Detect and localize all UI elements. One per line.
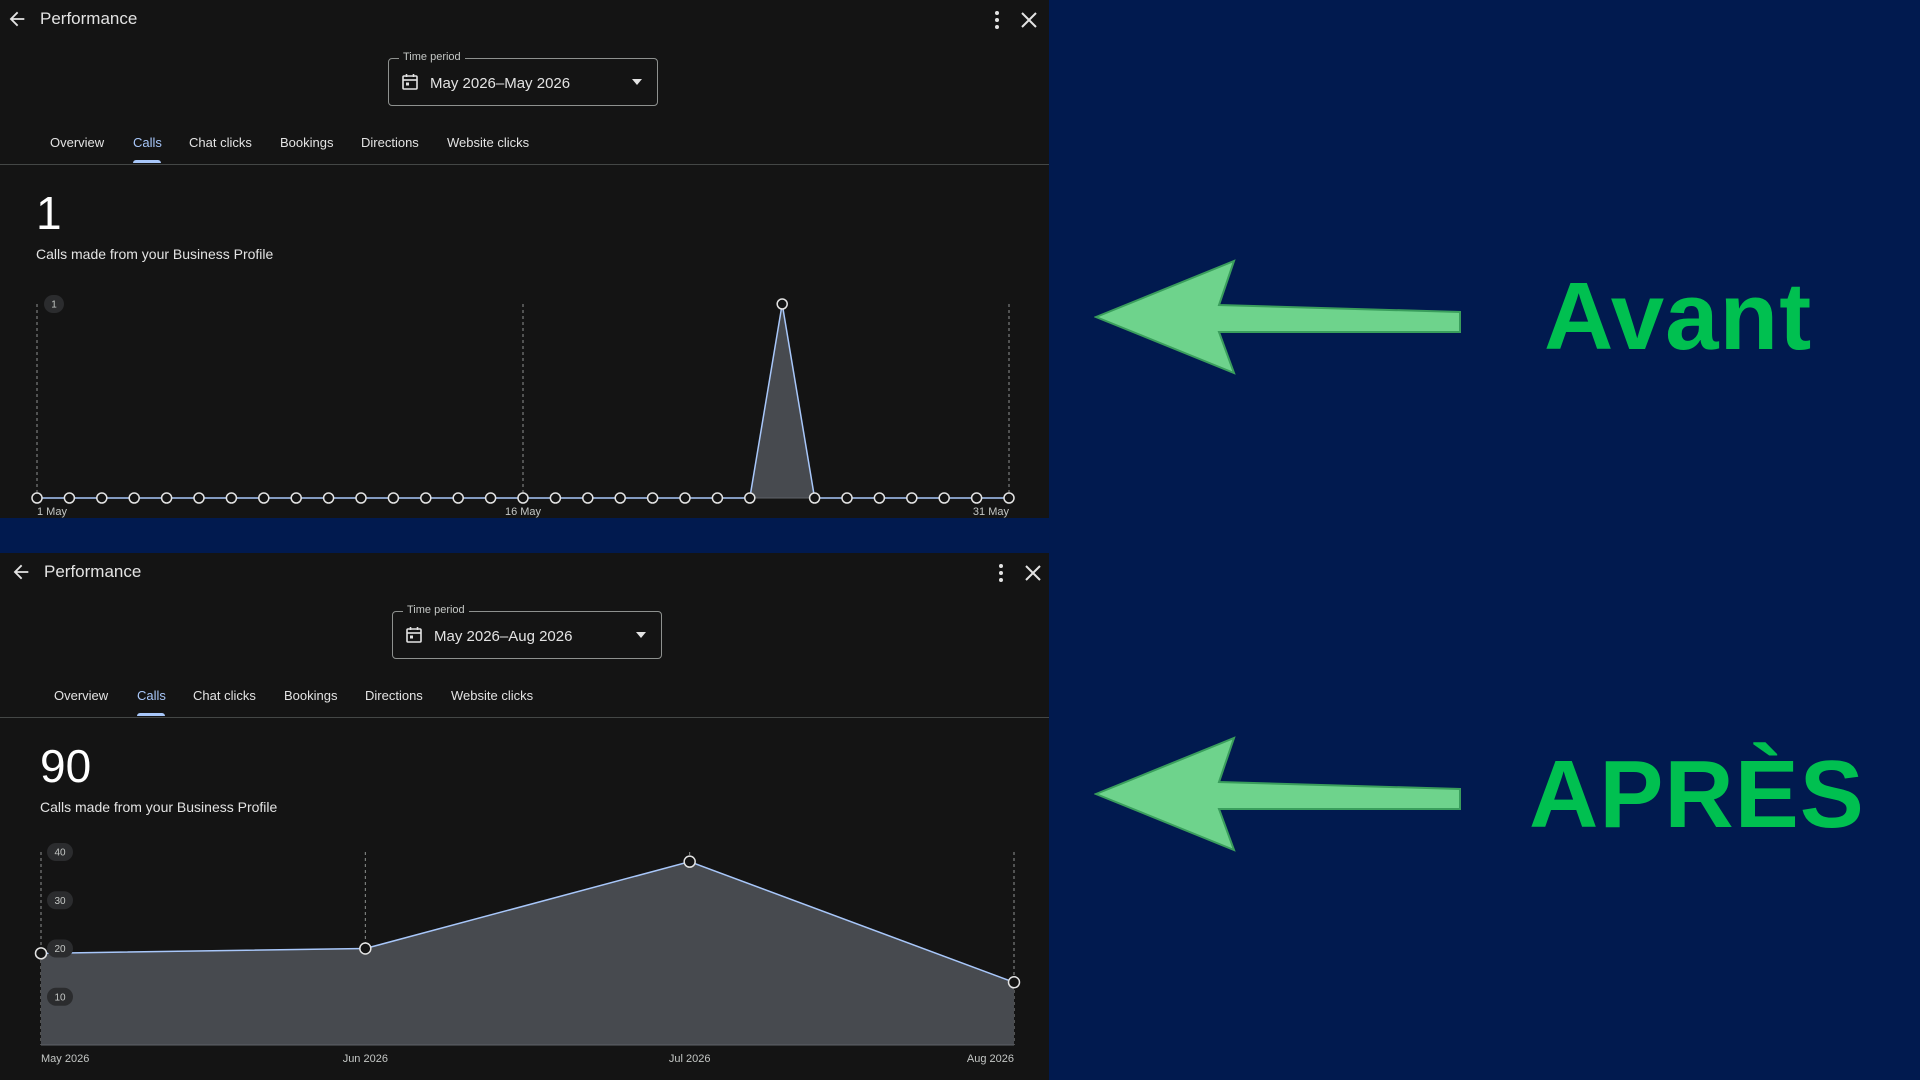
x-tick-label: Jun 2026 [343,1053,388,1065]
data-point [258,492,270,504]
data-point [614,492,626,504]
x-tick-label: 31 May [973,506,1010,518]
data-point [63,492,76,504]
data-point [160,492,173,504]
data-point [193,492,205,504]
arrow-left-icon [1094,736,1461,852]
data-point [1007,976,1021,989]
y-tick-label: 20 [54,944,66,955]
annotation-area: Avant APRÈS [1049,0,1920,1080]
data-point [776,298,788,310]
data-point [938,492,950,504]
data-point [679,492,691,504]
data-point [873,492,886,504]
data-point [359,942,372,955]
data-point [906,492,918,504]
performance-panel-after: Performance Time period May 2026–Aug 202… [0,553,1049,1080]
data-point [683,855,696,868]
y-tick-label: 40 [54,848,66,859]
x-tick-label: May 2026 [41,1053,89,1065]
data-point [387,492,400,504]
data-point [808,492,821,504]
y-tick-label: 1 [51,300,57,311]
data-point [970,492,983,504]
data-point [290,492,302,504]
performance-panel-before: Performance Time period May 2026–May 202… [0,0,1049,518]
data-point [225,492,238,504]
data-point [841,492,853,504]
data-point [549,492,562,504]
data-point [128,492,140,504]
data-point [711,492,724,504]
data-point [322,492,335,504]
data-point [646,492,659,504]
calls-chart-before: 1 1 May 16 May 31 May [31,295,1015,518]
x-tick-label: Jul 2026 [669,1053,711,1065]
y-tick-label: 30 [54,896,66,907]
x-tick-label: 16 May [505,506,542,518]
area-fill [41,861,1014,1045]
arrow-left-icon [1094,259,1461,375]
x-tick-label: Aug 2026 [967,1053,1014,1065]
data-point [31,492,43,504]
data-point [1003,492,1015,504]
after-label: APRÈS [1529,741,1865,848]
data-point [355,492,367,504]
data-point [420,492,432,504]
data-point [744,492,756,504]
data-point [34,947,48,960]
y-tick-label: 10 [54,992,66,1003]
calls-chart-after: 10 20 30 40 May 2026 Jun 2026 Jul 2026 Aug 2026 [34,843,1021,1065]
data-point [96,492,108,504]
data-point [582,492,594,504]
x-tick-label: 1 May [37,506,67,518]
data-point [484,492,497,504]
data-point [517,492,529,504]
data-point [452,492,464,504]
before-label: Avant [1544,263,1813,370]
